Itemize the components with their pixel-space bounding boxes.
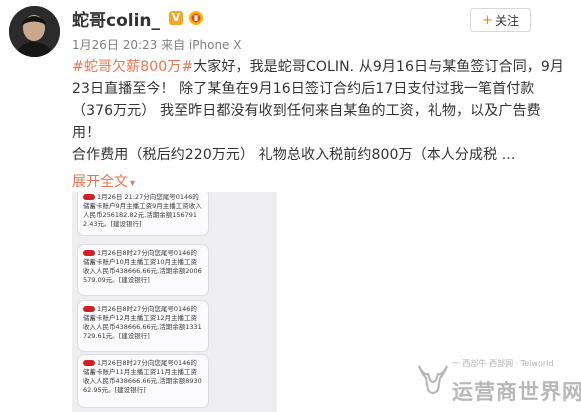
sms-message: 1月26日8时27分向您尾号0146的储蓄卡账户12月主播工资12月主播工资收入… [77, 300, 209, 352]
username-link[interactable]: 蛇哥colin_ [72, 6, 160, 31]
avatar-photo [9, 6, 60, 57]
follow-button[interactable]: + 关注 [470, 8, 531, 32]
watermark: 一 西部牛 西部网 · Telworld 运营商世界网 [416, 356, 581, 412]
redaction-mark [83, 250, 95, 256]
post-line-3: （376万元） 我至昨日都没有收到任何来自某鱼的工资，礼物，以及广告费 [72, 103, 541, 119]
chevron-down-icon: ▾ [130, 178, 136, 189]
sms-text: 1月26日8时27分向您尾号0146的储蓄卡账户11月主播工资11月主播工资收入… [83, 359, 202, 394]
post-line-1: #蛇哥欠薪800万#大家好，我是蛇哥COLIN. 从9月16日与某鱼签订合同，9… [72, 56, 564, 78]
sms-message: 1月26日8时27分向您尾号0146的储蓄卡账户10月主播工资10月主播工资收入… [77, 244, 209, 296]
user-name-row: 蛇哥colin_ V [72, 6, 204, 31]
sms-message: 1月26日 21:27分向您尾号0146的储蓄卡账户9月主播工资9月主播工资收入… [77, 192, 209, 236]
post-image-sms-screenshot[interactable]: 1月26日 21:27分向您尾号0146的储蓄卡账户9月主播工资9月主播工资收入… [72, 192, 277, 412]
watermark-small-text: 一 西部牛 西部网 · Telworld [452, 359, 554, 368]
sms-text: 1月26日8时27分向您尾号0146的储蓄卡账户12月主播工资12月主播工资收入… [83, 305, 202, 340]
plus-icon: + [482, 12, 493, 28]
expand-label: 展开全文 [72, 174, 128, 190]
post-meta[interactable]: 1月26日 20:23 来自 iPhone X [72, 36, 241, 53]
sms-text: 1月26日 21:27分向您尾号0146的储蓄卡账户9月主播工资9月主播工资收入… [83, 193, 202, 228]
post-line-5: 合作费用（税后约220万元） 礼物总收入税前约800万（本人分成税 ... [72, 147, 516, 163]
hashtag-link[interactable]: #蛇哥欠薪800万# [72, 59, 193, 75]
post-line-4: 用！ [72, 125, 101, 141]
redaction-mark [83, 360, 95, 366]
avatar[interactable] [9, 6, 60, 57]
redaction-mark [83, 194, 95, 200]
follow-label: 关注 [494, 13, 519, 28]
redaction-mark [83, 306, 95, 312]
post-line-1-text: 大家好，我是蛇哥COLIN. 从9月16日与某鱼签订合同，9月 [193, 59, 565, 75]
vip-badge-icon[interactable]: V [169, 11, 184, 25]
expand-full-text-link[interactable]: 展开全文 ▾ [72, 171, 135, 191]
post-text: #蛇哥欠薪800万#大家好，我是蛇哥COLIN. 从9月16日与某鱼签订合同，9… [72, 56, 564, 166]
sms-message: 1月26日8时27分向您尾号0146的储蓄卡账户11月主播工资11月主播工资收入… [77, 354, 209, 408]
post-line-2: 23日直播至今！ 除了某鱼在9月16日签订合约后17日支付过我一笔首付款 [72, 81, 535, 97]
sms-text: 1月26日8时27分向您尾号0146的储蓄卡账户10月主播工资10月主播工资收入… [83, 249, 202, 284]
bull-logo-icon [418, 365, 448, 394]
watermark-big-text: 运营商世界网 [452, 380, 581, 404]
club-badge-icon[interactable] [188, 10, 204, 26]
